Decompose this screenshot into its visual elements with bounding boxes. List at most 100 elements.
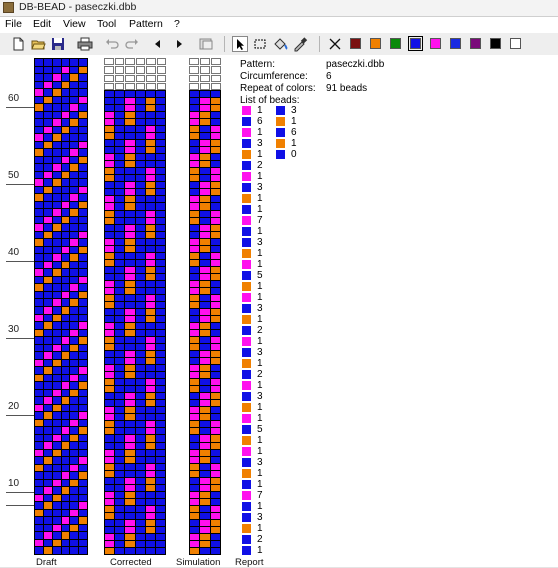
bead-cell[interactable] <box>61 179 70 186</box>
bead-cell[interactable] <box>79 472 87 479</box>
bead-cell[interactable] <box>70 231 79 239</box>
bead-cell[interactable] <box>35 119 43 126</box>
bead-cell[interactable] <box>52 66 61 74</box>
bead-cell[interactable] <box>79 156 87 164</box>
bead-cell[interactable] <box>70 532 79 539</box>
bead-cell[interactable] <box>52 104 61 111</box>
bead-cell[interactable] <box>61 66 70 74</box>
bead-cell[interactable] <box>70 111 79 119</box>
bead-cell[interactable] <box>70 156 79 164</box>
bead-cell[interactable] <box>35 291 43 299</box>
bead-cell[interactable] <box>79 434 87 442</box>
bead-cell[interactable] <box>70 472 79 479</box>
eyedropper-icon[interactable] <box>292 36 308 52</box>
bead-cell[interactable] <box>52 59 61 66</box>
bead-cell[interactable] <box>52 126 61 134</box>
bead-cell[interactable] <box>35 502 43 509</box>
bead-cell[interactable] <box>35 359 43 367</box>
print-icon[interactable] <box>77 36 93 52</box>
bead-cell[interactable] <box>43 344 52 352</box>
bead-cell[interactable] <box>52 171 61 179</box>
bead-cell[interactable] <box>43 179 52 186</box>
bead-cell[interactable] <box>61 239 70 246</box>
bead-cell[interactable] <box>79 119 87 126</box>
bead-cell[interactable] <box>70 254 79 261</box>
bead-cell[interactable] <box>35 96 43 104</box>
bead-cell[interactable] <box>35 419 43 427</box>
bead-cell[interactable] <box>35 66 43 74</box>
bead-cell[interactable] <box>52 479 61 487</box>
bead-cell[interactable] <box>61 457 70 464</box>
bead-cell[interactable] <box>61 141 70 149</box>
bead-cell[interactable] <box>52 487 61 494</box>
bead-cell[interactable] <box>79 104 87 111</box>
bead-cell[interactable] <box>35 179 43 186</box>
bead-cell[interactable] <box>79 314 87 322</box>
bead-cell[interactable] <box>43 194 52 201</box>
bead-cell[interactable] <box>61 276 70 284</box>
bead-cell[interactable] <box>35 547 43 554</box>
bead-cell[interactable] <box>52 179 61 186</box>
bead-cell[interactable] <box>43 119 52 126</box>
bead-cell[interactable] <box>79 487 87 494</box>
bead-cell[interactable] <box>43 141 52 149</box>
bead-cell[interactable] <box>43 412 52 419</box>
menu-file[interactable]: File <box>5 17 22 32</box>
bead-cell[interactable] <box>79 134 87 141</box>
bead-cell[interactable] <box>70 404 79 412</box>
bead-cell[interactable] <box>35 306 43 314</box>
bead-cell[interactable] <box>52 254 61 261</box>
bead-cell[interactable] <box>79 186 87 194</box>
bead-cell[interactable] <box>70 337 79 344</box>
bead-cell[interactable] <box>52 442 61 449</box>
bead-cell[interactable] <box>79 404 87 412</box>
bead-cell[interactable] <box>52 359 61 367</box>
bead-cell[interactable] <box>35 464 43 472</box>
bead-cell[interactable] <box>70 209 79 216</box>
bead-cell[interactable] <box>79 352 87 359</box>
bead-cell[interactable] <box>79 179 87 186</box>
preview-icon[interactable] <box>198 36 214 52</box>
bead-cell[interactable] <box>43 284 52 291</box>
bead-cell[interactable] <box>61 412 70 419</box>
bead-cell[interactable] <box>61 337 70 344</box>
bead-cell[interactable] <box>43 329 52 337</box>
palette-swatch[interactable] <box>490 38 501 49</box>
bead-cell[interactable] <box>61 224 70 231</box>
bead-cell[interactable] <box>52 269 61 276</box>
bead-cell[interactable] <box>43 547 52 554</box>
bead-cell[interactable] <box>70 186 79 194</box>
bead-cell[interactable] <box>52 164 61 171</box>
bead-cell[interactable] <box>43 126 52 134</box>
bead-cell[interactable] <box>43 494 52 502</box>
bead-cell[interactable] <box>52 457 61 464</box>
bead-cell[interactable] <box>70 352 79 359</box>
bead-cell[interactable] <box>70 149 79 156</box>
bead-cell[interactable] <box>43 96 52 104</box>
bead-cell[interactable] <box>61 329 70 337</box>
bead-cell[interactable] <box>35 314 43 322</box>
undo-icon[interactable] <box>104 36 120 52</box>
bead-cell[interactable] <box>79 66 87 74</box>
bead-cell[interactable] <box>52 547 61 554</box>
bead-cell[interactable] <box>35 434 43 442</box>
bead-cell[interactable] <box>43 539 52 547</box>
arrow-right-icon[interactable] <box>171 36 187 52</box>
bead-cell[interactable] <box>79 524 87 532</box>
bead-cell[interactable] <box>79 254 87 261</box>
bead-cell[interactable] <box>35 104 43 111</box>
bead-cell[interactable] <box>35 141 43 149</box>
bead-cell[interactable] <box>52 322 61 329</box>
bead-cell[interactable] <box>70 434 79 442</box>
bead-cell[interactable] <box>52 209 61 216</box>
bead-cell[interactable] <box>52 291 61 299</box>
bead-cell[interactable] <box>61 149 70 156</box>
bead-cell[interactable] <box>52 81 61 89</box>
bead-cell[interactable] <box>70 344 79 352</box>
bead-cell[interactable] <box>35 389 43 397</box>
bead-cell[interactable] <box>61 404 70 412</box>
bead-cell[interactable] <box>79 329 87 337</box>
bead-cell[interactable] <box>79 419 87 427</box>
palette-swatch[interactable] <box>470 38 481 49</box>
menu-pattern[interactable]: Pattern <box>129 17 163 32</box>
